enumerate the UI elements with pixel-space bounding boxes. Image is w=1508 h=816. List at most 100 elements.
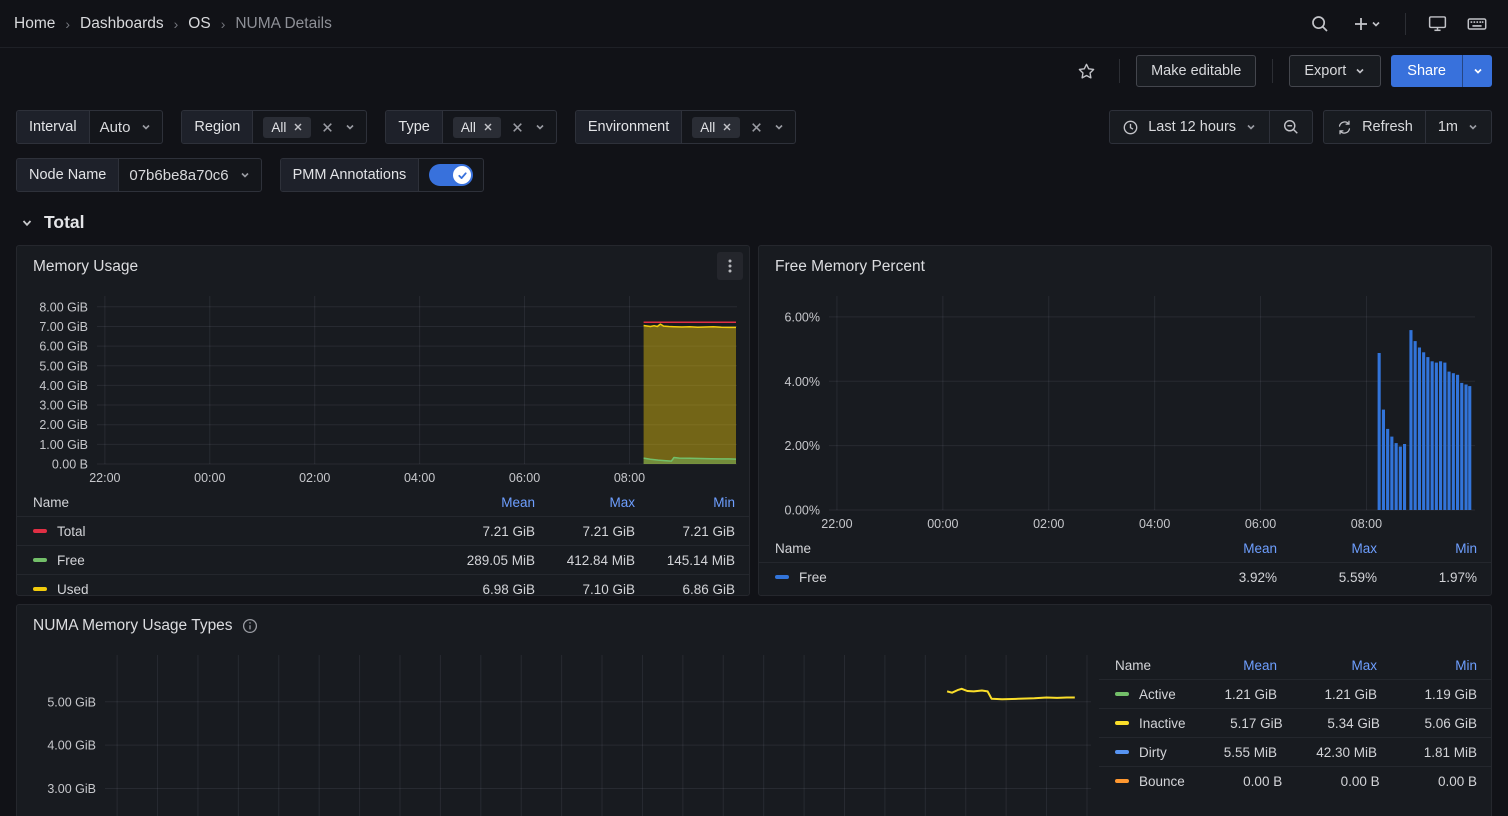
kiosk-mode-button[interactable] bbox=[1420, 7, 1454, 41]
divider bbox=[1119, 59, 1120, 83]
free-memory-percent-chart[interactable]: 0.00%2.00%4.00%6.00%22:0000:0002:0004:00… bbox=[759, 288, 1491, 534]
time-range-button[interactable]: Last 12 hours bbox=[1110, 111, 1269, 143]
breadcrumb: Home › Dashboards › OS › NUMA Details bbox=[14, 15, 332, 33]
series-max: 7.21 GiB bbox=[535, 524, 635, 539]
series-min: 1.19 GiB bbox=[1377, 687, 1477, 702]
legend-row[interactable]: Active1.21 GiB1.21 GiB1.19 GiB bbox=[1099, 679, 1491, 708]
close-icon[interactable] bbox=[293, 122, 303, 132]
interval-select[interactable]: Auto bbox=[89, 111, 163, 143]
refresh-interval-select[interactable]: 1m bbox=[1425, 111, 1491, 143]
type-select[interactable]: All bbox=[442, 111, 556, 143]
memory-usage-chart[interactable]: 0.00 B1.00 GiB2.00 GiB3.00 GiB4.00 GiB5.… bbox=[17, 288, 749, 488]
panel-menu-button[interactable] bbox=[717, 252, 743, 280]
legend-row[interactable]: Used6.98 GiB7.10 GiB6.86 GiB bbox=[17, 574, 749, 596]
legend-name-header[interactable]: Name bbox=[33, 495, 435, 510]
legend-stat-header[interactable]: Mean bbox=[1177, 658, 1277, 673]
series-color-swatch bbox=[1115, 779, 1129, 783]
section-title: Total bbox=[44, 212, 85, 233]
series-name[interactable]: Total bbox=[57, 524, 86, 539]
type-chip-all[interactable]: All bbox=[453, 117, 501, 138]
clear-selection-icon[interactable] bbox=[511, 121, 524, 134]
search-button[interactable] bbox=[1303, 7, 1337, 41]
breadcrumb-home[interactable]: Home bbox=[14, 15, 55, 33]
legend-row[interactable]: Free3.92%5.59%1.97% bbox=[759, 562, 1491, 591]
legend-stat-header[interactable]: Max bbox=[1277, 541, 1377, 556]
top-nav: Home › Dashboards › OS › NUMA Details bbox=[0, 0, 1508, 48]
series-name[interactable]: Active bbox=[1139, 687, 1176, 702]
series-min: 5.06 GiB bbox=[1380, 716, 1477, 731]
pmm-annotations-label: PMM Annotations bbox=[281, 159, 419, 191]
panel-memory-usage: Memory Usage 0.00 B1.00 GiB2.00 GiB3.00 … bbox=[16, 245, 750, 596]
legend-stat-header[interactable]: Max bbox=[1277, 658, 1377, 673]
region-variable: Region All bbox=[181, 110, 367, 144]
pmm-annotations-control: PMM Annotations bbox=[280, 158, 485, 192]
legend-row[interactable]: Dirty5.55 MiB42.30 MiB1.81 MiB bbox=[1099, 737, 1491, 766]
legend-stat-header[interactable]: Mean bbox=[435, 495, 535, 510]
refresh-button[interactable]: Refresh bbox=[1324, 111, 1425, 143]
legend-row[interactable]: Free289.05 MiB412.84 MiB145.14 MiB bbox=[17, 545, 749, 574]
make-editable-button[interactable]: Make editable bbox=[1136, 55, 1256, 87]
legend-row[interactable]: Bounce0.00 B0.00 B0.00 B bbox=[1099, 766, 1491, 795]
star-icon bbox=[1076, 61, 1097, 82]
row-total-toggle[interactable]: Total bbox=[20, 212, 1492, 233]
chevron-down-icon bbox=[1467, 121, 1479, 133]
legend-name-header[interactable]: Name bbox=[775, 541, 1177, 556]
svg-text:2.00%: 2.00% bbox=[785, 439, 820, 453]
legend-stat-header[interactable]: Min bbox=[1377, 541, 1477, 556]
series-mean: 5.55 MiB bbox=[1177, 745, 1277, 760]
legend-row[interactable]: Inactive5.17 GiB5.34 GiB5.06 GiB bbox=[1099, 708, 1491, 737]
legend-row[interactable]: Total7.21 GiB7.21 GiB7.21 GiB bbox=[17, 516, 749, 545]
svg-text:5.00 GiB: 5.00 GiB bbox=[39, 359, 88, 373]
share-button[interactable]: Share bbox=[1391, 55, 1462, 87]
legend-stat-header[interactable]: Mean bbox=[1177, 541, 1277, 556]
series-max: 7.10 GiB bbox=[535, 582, 635, 597]
series-color-swatch bbox=[1115, 721, 1129, 725]
kebab-menu-icon bbox=[723, 258, 737, 274]
region-select[interactable]: All bbox=[252, 111, 366, 143]
panel-title[interactable]: NUMA Memory Usage Types bbox=[33, 617, 233, 635]
legend-stat-header[interactable]: Max bbox=[535, 495, 635, 510]
chevron-down-icon bbox=[140, 121, 152, 133]
numa-memory-usage-chart[interactable]: 5.00 GiB4.00 GiB3.00 GiB bbox=[17, 647, 1099, 816]
favorite-button[interactable] bbox=[1069, 54, 1103, 88]
info-icon[interactable] bbox=[242, 618, 258, 634]
close-icon[interactable] bbox=[483, 122, 493, 132]
panel-grid: Memory Usage 0.00 B1.00 GiB2.00 GiB3.00 … bbox=[16, 245, 1492, 816]
series-name[interactable]: Bounce bbox=[1139, 774, 1185, 789]
series-name[interactable]: Free bbox=[799, 570, 827, 585]
dashboard-toolbar: Make editable Export Share bbox=[0, 48, 1508, 94]
series-color-swatch bbox=[1115, 692, 1129, 696]
legend-stat-header[interactable]: Min bbox=[1377, 658, 1477, 673]
pmm-annotations-toggle[interactable] bbox=[429, 164, 473, 186]
panel-title[interactable]: Free Memory Percent bbox=[775, 258, 925, 276]
breadcrumb-dashboards[interactable]: Dashboards bbox=[80, 15, 164, 33]
legend-header: NameMeanMaxMin bbox=[1099, 651, 1491, 679]
clear-selection-icon[interactable] bbox=[750, 121, 763, 134]
svg-text:0.00%: 0.00% bbox=[785, 504, 820, 518]
keyboard-shortcuts-button[interactable] bbox=[1460, 7, 1494, 41]
clear-selection-icon[interactable] bbox=[321, 121, 334, 134]
keyboard-icon bbox=[1466, 13, 1488, 35]
svg-text:04:00: 04:00 bbox=[404, 471, 435, 485]
environment-chip-all[interactable]: All bbox=[692, 117, 740, 138]
breadcrumb-os[interactable]: OS bbox=[188, 15, 210, 33]
export-button[interactable]: Export bbox=[1289, 55, 1381, 87]
close-icon[interactable] bbox=[722, 122, 732, 132]
series-name[interactable]: Dirty bbox=[1139, 745, 1167, 760]
series-mean: 0.00 B bbox=[1185, 774, 1282, 789]
share-menu-button[interactable] bbox=[1462, 55, 1492, 87]
legend-name-header[interactable]: Name bbox=[1115, 658, 1177, 673]
svg-text:2.00 GiB: 2.00 GiB bbox=[39, 418, 88, 432]
series-color-swatch bbox=[1115, 750, 1129, 754]
region-chip-all[interactable]: All bbox=[263, 117, 311, 138]
series-name[interactable]: Free bbox=[57, 553, 85, 568]
environment-select[interactable]: All bbox=[681, 111, 795, 143]
series-name[interactable]: Inactive bbox=[1139, 716, 1186, 731]
series-min: 1.97% bbox=[1377, 570, 1477, 585]
series-name[interactable]: Used bbox=[57, 582, 89, 597]
add-menu-button[interactable] bbox=[1343, 7, 1391, 41]
node-name-select[interactable]: 07b6be8a70c6 bbox=[118, 159, 260, 191]
panel-title[interactable]: Memory Usage bbox=[33, 258, 138, 276]
zoom-out-time-button[interactable] bbox=[1269, 111, 1312, 143]
legend-stat-header[interactable]: Min bbox=[635, 495, 735, 510]
